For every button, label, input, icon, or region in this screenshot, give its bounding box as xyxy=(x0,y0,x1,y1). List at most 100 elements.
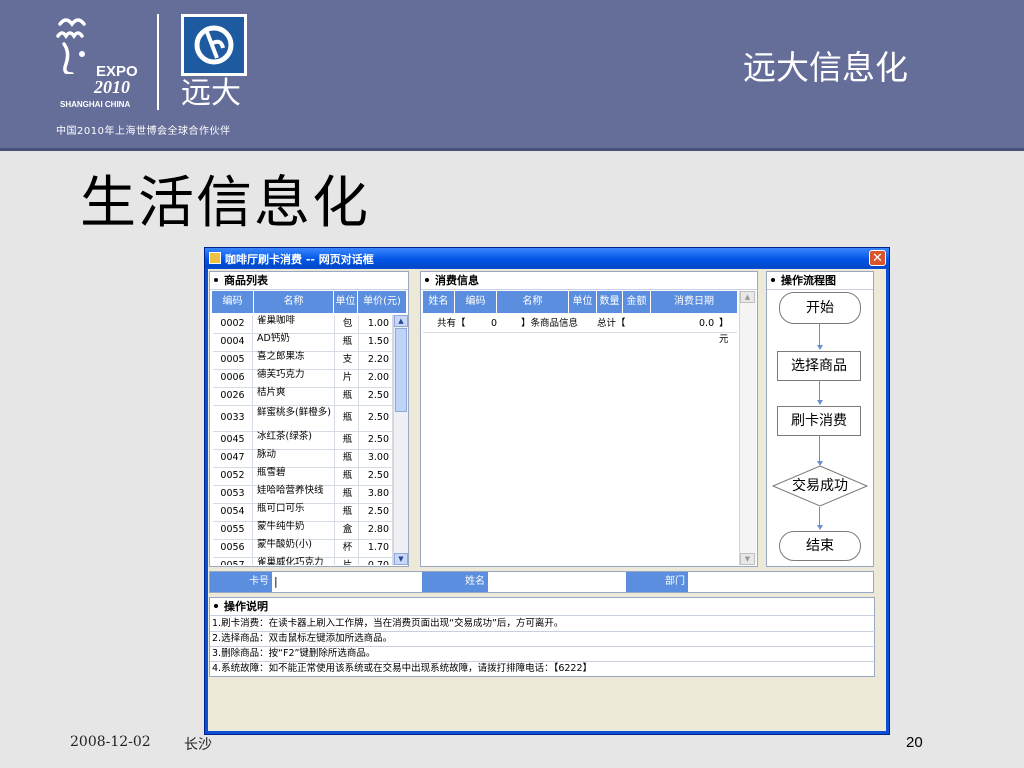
scroll-up-icon[interactable]: ▲ xyxy=(394,315,408,327)
product-code: 0053 xyxy=(213,485,253,503)
bullet-icon xyxy=(214,604,218,608)
column-header-unit[interactable]: 单位 xyxy=(569,291,597,313)
header-divider xyxy=(0,148,1024,151)
card-number-input[interactable]: | xyxy=(272,572,422,592)
product-row[interactable]: 0047 脉动瓶 3.00 xyxy=(213,449,393,468)
product-code: 0002 xyxy=(213,315,253,333)
product-price: 2.50 xyxy=(359,503,393,521)
column-header-person[interactable]: 姓名 xyxy=(423,291,455,313)
product-name: AD钙奶 xyxy=(255,333,335,351)
column-header-name[interactable]: 名称 xyxy=(497,291,569,313)
product-row[interactable]: 0026 桔片爽瓶 2.50 xyxy=(213,387,393,406)
product-name: 桔片爽 xyxy=(255,387,335,405)
column-header-name[interactable]: 名称 xyxy=(254,291,334,313)
product-row[interactable]: 0054 瓶可口可乐瓶 2.50 xyxy=(213,503,393,522)
product-name: 脉动 xyxy=(255,449,335,467)
scroll-down-icon[interactable]: ▼ xyxy=(740,553,755,565)
product-price: 3.80 xyxy=(359,485,393,503)
product-scrollbar[interactable]: ▲ ▼ xyxy=(393,315,408,565)
slide-title: 生活信息化 xyxy=(80,171,370,236)
product-name: 喜之郎果冻 xyxy=(255,351,335,369)
product-code: 0052 xyxy=(213,467,253,485)
close-button[interactable]: ✕ xyxy=(869,250,886,266)
footer-date: 2008-12-02 xyxy=(70,734,151,750)
product-unit: 支 xyxy=(337,351,359,369)
flow-arrowhead-icon xyxy=(816,345,823,350)
product-row[interactable]: 0055 蒙牛纯牛奶盒 2.80 xyxy=(213,521,393,540)
consumption-scrollbar[interactable]: ▲ ▼ xyxy=(739,291,756,565)
column-header-quantity[interactable]: 数量 xyxy=(597,291,623,313)
product-row[interactable]: 0005 喜之郎果冻支 2.20 xyxy=(213,351,393,370)
person-name-input[interactable] xyxy=(488,572,626,592)
product-row[interactable]: 0057雀巢威化巧克力片0.70 xyxy=(213,557,393,565)
product-row[interactable]: 0053 娃哈哈营养快线瓶 3.80 xyxy=(213,485,393,504)
product-unit: 包 xyxy=(337,315,359,333)
column-header-amount[interactable]: 金额 xyxy=(623,291,651,313)
column-header-code[interactable]: 编码 xyxy=(455,291,497,313)
item-count: 0 xyxy=(491,318,498,329)
product-name: 雀巢咖啡 xyxy=(255,315,335,333)
scroll-down-icon[interactable]: ▼ xyxy=(394,553,408,565)
product-unit: 瓶 xyxy=(337,449,359,467)
scroll-thumb[interactable] xyxy=(395,328,407,412)
yuanda-logo-icon xyxy=(181,14,247,76)
instruction-line: 2.选择商品：双击鼠标左键添加所选商品。 xyxy=(210,631,876,647)
dialog-titlebar[interactable]: 咖啡厅刷卡消费 -- 网页对话框 ✕ xyxy=(205,248,889,268)
consumption-summary-row: 共有【 0 】条商品信息 总计【 0.0 】元 xyxy=(423,316,737,345)
flow-decision-label: 交易成功 xyxy=(792,478,848,494)
product-price: 2.50 xyxy=(359,405,393,431)
consumption-panel: 消费信息 姓名 编码 名称 单位 数量 金额 消费日期 共有【 0 】条商品信息… xyxy=(420,271,758,567)
product-price: 0.70 xyxy=(359,557,393,565)
flow-end-node: 结束 xyxy=(779,531,861,561)
card-number-label: 卡号 xyxy=(210,572,272,592)
column-header-price[interactable]: 单价(元) xyxy=(358,291,406,313)
product-name: 鲜蜜桃多(鲜橙多) xyxy=(255,405,335,431)
product-name: 雀巢威化巧克力 xyxy=(255,557,335,565)
expo-year: 2010 xyxy=(94,77,130,97)
department-input[interactable] xyxy=(688,572,873,592)
product-name: 蒙牛纯牛奶 xyxy=(255,521,335,539)
flowchart-panel: 操作流程图 开始 选择商品 刷卡消费 交易成功 结束 xyxy=(766,271,874,567)
product-table-header: 编码 名称 单位 单价(元) xyxy=(212,291,406,313)
product-name: 娃哈哈营养快线 xyxy=(255,485,335,503)
product-price: 1.50 xyxy=(359,333,393,351)
flow-arrowhead-icon xyxy=(816,400,823,405)
bullet-icon xyxy=(214,278,218,282)
column-header-code[interactable]: 编码 xyxy=(212,291,254,313)
instruction-line: 3.删除商品：按“F2”键删除所选商品。 xyxy=(210,646,876,662)
product-name: 瓶可口可乐 xyxy=(255,503,335,521)
product-row[interactable]: 0045 冰红茶(绿茶) 瓶 2.50 xyxy=(213,431,393,450)
product-list-heading: 商品列表 xyxy=(210,272,408,290)
product-row[interactable]: 0002 雀巢咖啡包 1.00 xyxy=(213,315,393,334)
page-number: 20 xyxy=(906,734,923,751)
product-row[interactable]: 0006 德芙巧克力片 2.00 xyxy=(213,369,393,388)
product-row[interactable]: 0052 瓶雪碧瓶 2.50 xyxy=(213,467,393,486)
column-header-date[interactable]: 消费日期 xyxy=(651,291,737,313)
product-list-panel: 商品列表 编码 名称 单位 单价(元) 0002 雀巢咖啡包 1.00 0004 AD钙… xyxy=(209,271,409,567)
sponsor-tagline: 中国2010年上海世博会全球合作伙伴 xyxy=(56,126,231,137)
flow-start-node: 开始 xyxy=(779,292,861,324)
bullet-icon xyxy=(425,278,429,282)
product-code: 0054 xyxy=(213,503,253,521)
column-header-unit[interactable]: 单位 xyxy=(334,291,358,313)
product-price: 2.50 xyxy=(359,431,393,449)
dialog-client-area: 商品列表 编码 名称 单位 单价(元) 0002 雀巢咖啡包 1.00 0004 AD钙… xyxy=(208,269,886,731)
instructions-heading: 操作说明 xyxy=(210,598,874,616)
person-name-label: 姓名 xyxy=(422,572,488,592)
product-name: 德芙巧克力 xyxy=(255,369,335,387)
flow-arrow xyxy=(819,323,820,347)
product-row[interactable]: 0033 鲜蜜桃多(鲜橙多) 瓶 2.50 xyxy=(213,405,393,432)
coffee-shop-dialog: 咖啡厅刷卡消费 -- 网页对话框 ✕ 商品列表 编码 名称 单位 单价(元) 0… xyxy=(204,247,890,735)
instruction-line: 1.刷卡消费：在读卡器上刷入工作牌，当在消费页面出现“交易成功”后，方可离开。 xyxy=(210,616,876,632)
flow-arrowhead-icon xyxy=(816,525,823,530)
product-row[interactable]: 0004 AD钙奶瓶 1.50 xyxy=(213,333,393,352)
card-info-bar: 卡号 | 姓名 部门 xyxy=(209,571,874,593)
instructions-panel: 操作说明 1.刷卡消费：在读卡器上刷入工作牌，当在消费页面出现“交易成功”后，方… xyxy=(209,597,876,677)
product-unit: 瓶 xyxy=(337,503,359,521)
product-price: 1.70 xyxy=(359,539,393,557)
consumption-heading: 消费信息 xyxy=(421,272,757,290)
product-unit: 片 xyxy=(337,557,359,565)
expo-mascot-mark-icon xyxy=(56,18,86,74)
product-row[interactable]: 0056 蒙牛酸奶(小) 杯 1.70 xyxy=(213,539,393,558)
scroll-up-icon[interactable]: ▲ xyxy=(740,291,755,303)
